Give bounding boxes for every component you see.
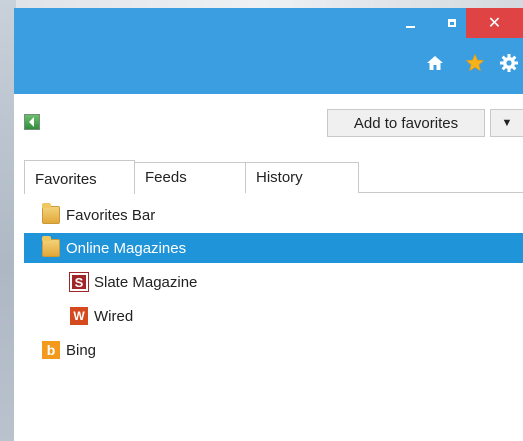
favorites-center-pane: Add to favorites ▼ Favorites Feeds Histo… (14, 94, 523, 441)
tab-history[interactable]: History (245, 162, 359, 193)
close-button[interactable]: ✕ (466, 8, 523, 38)
arrow-left-icon (29, 117, 34, 127)
favorites-tabs: Favorites Feeds History (24, 160, 523, 194)
list-item-bing[interactable]: b Bing (24, 335, 523, 365)
title-bar: ✕ (14, 8, 523, 94)
slate-icon: S (69, 272, 89, 292)
gear-icon[interactable] (498, 52, 520, 74)
minimize-button[interactable] (390, 8, 430, 38)
list-item-online-magazines[interactable]: Online Magazines (24, 233, 523, 263)
list-item-label: Favorites Bar (66, 206, 156, 224)
add-to-favorites-label: Add to favorites (353, 114, 459, 132)
add-to-favorites-button[interactable]: Add to favorites (327, 109, 485, 137)
tab-label: History (256, 169, 303, 186)
home-icon[interactable] (424, 52, 446, 74)
wired-icon: W (70, 307, 88, 325)
list-item-label: Wired (94, 307, 134, 325)
browser-window: ✕ Add to favorites ▼ Favorites Feeds His… (14, 8, 523, 441)
chevron-down-icon: ▼ (501, 117, 513, 129)
close-icon: ✕ (487, 15, 502, 32)
list-item-favorites-bar[interactable]: Favorites Bar (24, 200, 523, 230)
folder-icon (42, 236, 60, 257)
list-item-label: Online Magazines (66, 239, 187, 257)
list-item-label: Bing (66, 341, 97, 359)
tab-label: Favorites (35, 171, 97, 188)
maximize-icon (448, 19, 456, 27)
tab-favorites[interactable]: Favorites (24, 160, 135, 194)
list-item-wired[interactable]: W Wired (24, 301, 523, 331)
list-item-slate-magazine[interactable]: S Slate Magazine (24, 267, 523, 297)
add-to-favorites-dropdown[interactable]: ▼ (490, 109, 523, 137)
tab-label: Feeds (145, 169, 187, 186)
list-item-label: Slate Magazine (94, 273, 198, 291)
tab-feeds[interactable]: Feeds (134, 162, 246, 193)
pin-favorites-center-button[interactable] (24, 114, 40, 130)
bing-icon: b (42, 341, 60, 359)
star-icon[interactable] (464, 52, 486, 74)
minimize-icon (405, 26, 415, 28)
folder-icon (42, 203, 60, 224)
